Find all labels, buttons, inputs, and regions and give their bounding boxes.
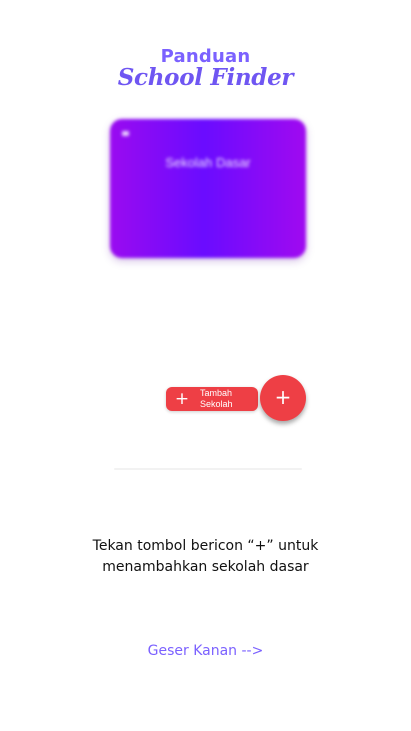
guide-title: Panduan School Finder <box>0 46 411 90</box>
add-school-label-chip[interactable]: + Tambah Sekolah <box>166 387 258 411</box>
guide-page: Panduan School Finder Sekolah Dasar + Ta… <box>0 0 411 731</box>
school-card-preview: Sekolah Dasar <box>110 119 306 258</box>
divider <box>114 468 302 470</box>
instruction-text: Tekan tombol bericon “+” untuk menambahk… <box>40 536 371 578</box>
add-school-button[interactable]: + <box>260 375 306 421</box>
plus-icon: + <box>274 385 292 409</box>
add-school-label: Tambah Sekolah <box>200 388 256 410</box>
card-menu-icon <box>122 131 129 136</box>
add-school-label-line1: Tambah <box>200 388 233 398</box>
instruction-line1: Tekan tombol bericon “+” untuk <box>92 538 319 554</box>
plus-icon: + <box>174 389 190 409</box>
card-school-type-label: Sekolah Dasar <box>165 155 251 170</box>
instruction-line2: menambahkan sekolah dasar <box>102 559 309 575</box>
swipe-right-link[interactable]: Geser Kanan --> <box>0 642 411 660</box>
add-school-label-line2: Sekolah <box>200 399 233 409</box>
app-name-title: School Finder <box>117 64 294 91</box>
